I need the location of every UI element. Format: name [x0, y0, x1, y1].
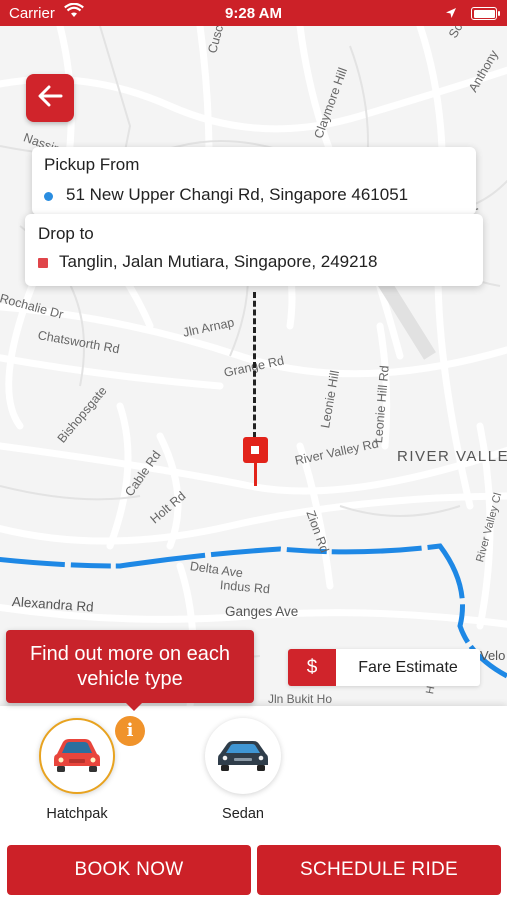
- pickup-title: Pickup From: [44, 155, 140, 174]
- dollar-icon: $: [288, 649, 336, 686]
- clock: 9:28 AM: [225, 5, 282, 22]
- destination-pin-icon: [243, 437, 268, 486]
- status-bar: Carrier 9:28 AM: [0, 0, 507, 26]
- drop-square-icon: [38, 258, 48, 268]
- vehicle-name-sedan: Sedan: [222, 806, 264, 822]
- vehicle-option-hatchpak[interactable]: [39, 718, 115, 794]
- tooltip-line-1: Find out more on each: [29, 643, 231, 665]
- arrow-left-icon: [37, 85, 63, 112]
- map-label-velo: Velo: [480, 648, 506, 663]
- route-line: [253, 292, 256, 438]
- sedan-car-icon: [216, 736, 270, 777]
- vehicle-panel: i Hatchpak Sedan BOOK NOW SCHEDULE RIDE: [0, 706, 507, 900]
- tooltip-line-2: vehicle type: [77, 668, 183, 690]
- vehicle-info-tooltip[interactable]: Find out more on each vehicle type: [6, 630, 254, 711]
- book-now-button[interactable]: BOOK NOW: [7, 845, 251, 895]
- schedule-ride-button[interactable]: SCHEDULE RIDE: [257, 845, 501, 895]
- map-label-river-valley: RIVER VALLEY: [397, 448, 507, 465]
- info-badge-icon[interactable]: i: [115, 716, 145, 746]
- vehicle-option-sedan[interactable]: [205, 718, 281, 794]
- fare-estimate-button[interactable]: $ Fare Estimate: [288, 649, 480, 686]
- drop-title: Drop to: [38, 224, 94, 243]
- map-label-ganges: Ganges Ave: [225, 604, 299, 619]
- hatchback-car-icon: [51, 734, 103, 779]
- fare-estimate-label: Fare Estimate: [358, 659, 458, 676]
- ride-booking-screen: Carrier 9:28 AM Sco Anthony Claymore Hil…: [0, 0, 507, 900]
- pickup-address[interactable]: 51 New Upper Changi Rd, Singapore 461051: [66, 185, 408, 205]
- pickup-card[interactable]: Pickup From 51 New Upper Changi Rd, Sing…: [32, 147, 476, 215]
- battery-icon: [471, 7, 500, 20]
- map-label-bukit-ho: Jln Bukit Ho: [268, 692, 333, 706]
- back-button[interactable]: [26, 74, 74, 122]
- vehicle-name-hatchpak: Hatchpak: [46, 806, 108, 822]
- drop-card[interactable]: Drop to Tanglin, Jalan Mutiara, Singapor…: [25, 214, 483, 286]
- drop-address[interactable]: Tanglin, Jalan Mutiara, Singapore, 24921…: [59, 252, 378, 272]
- location-arrow-icon: [445, 6, 457, 23]
- pickup-dot-icon: [44, 192, 53, 201]
